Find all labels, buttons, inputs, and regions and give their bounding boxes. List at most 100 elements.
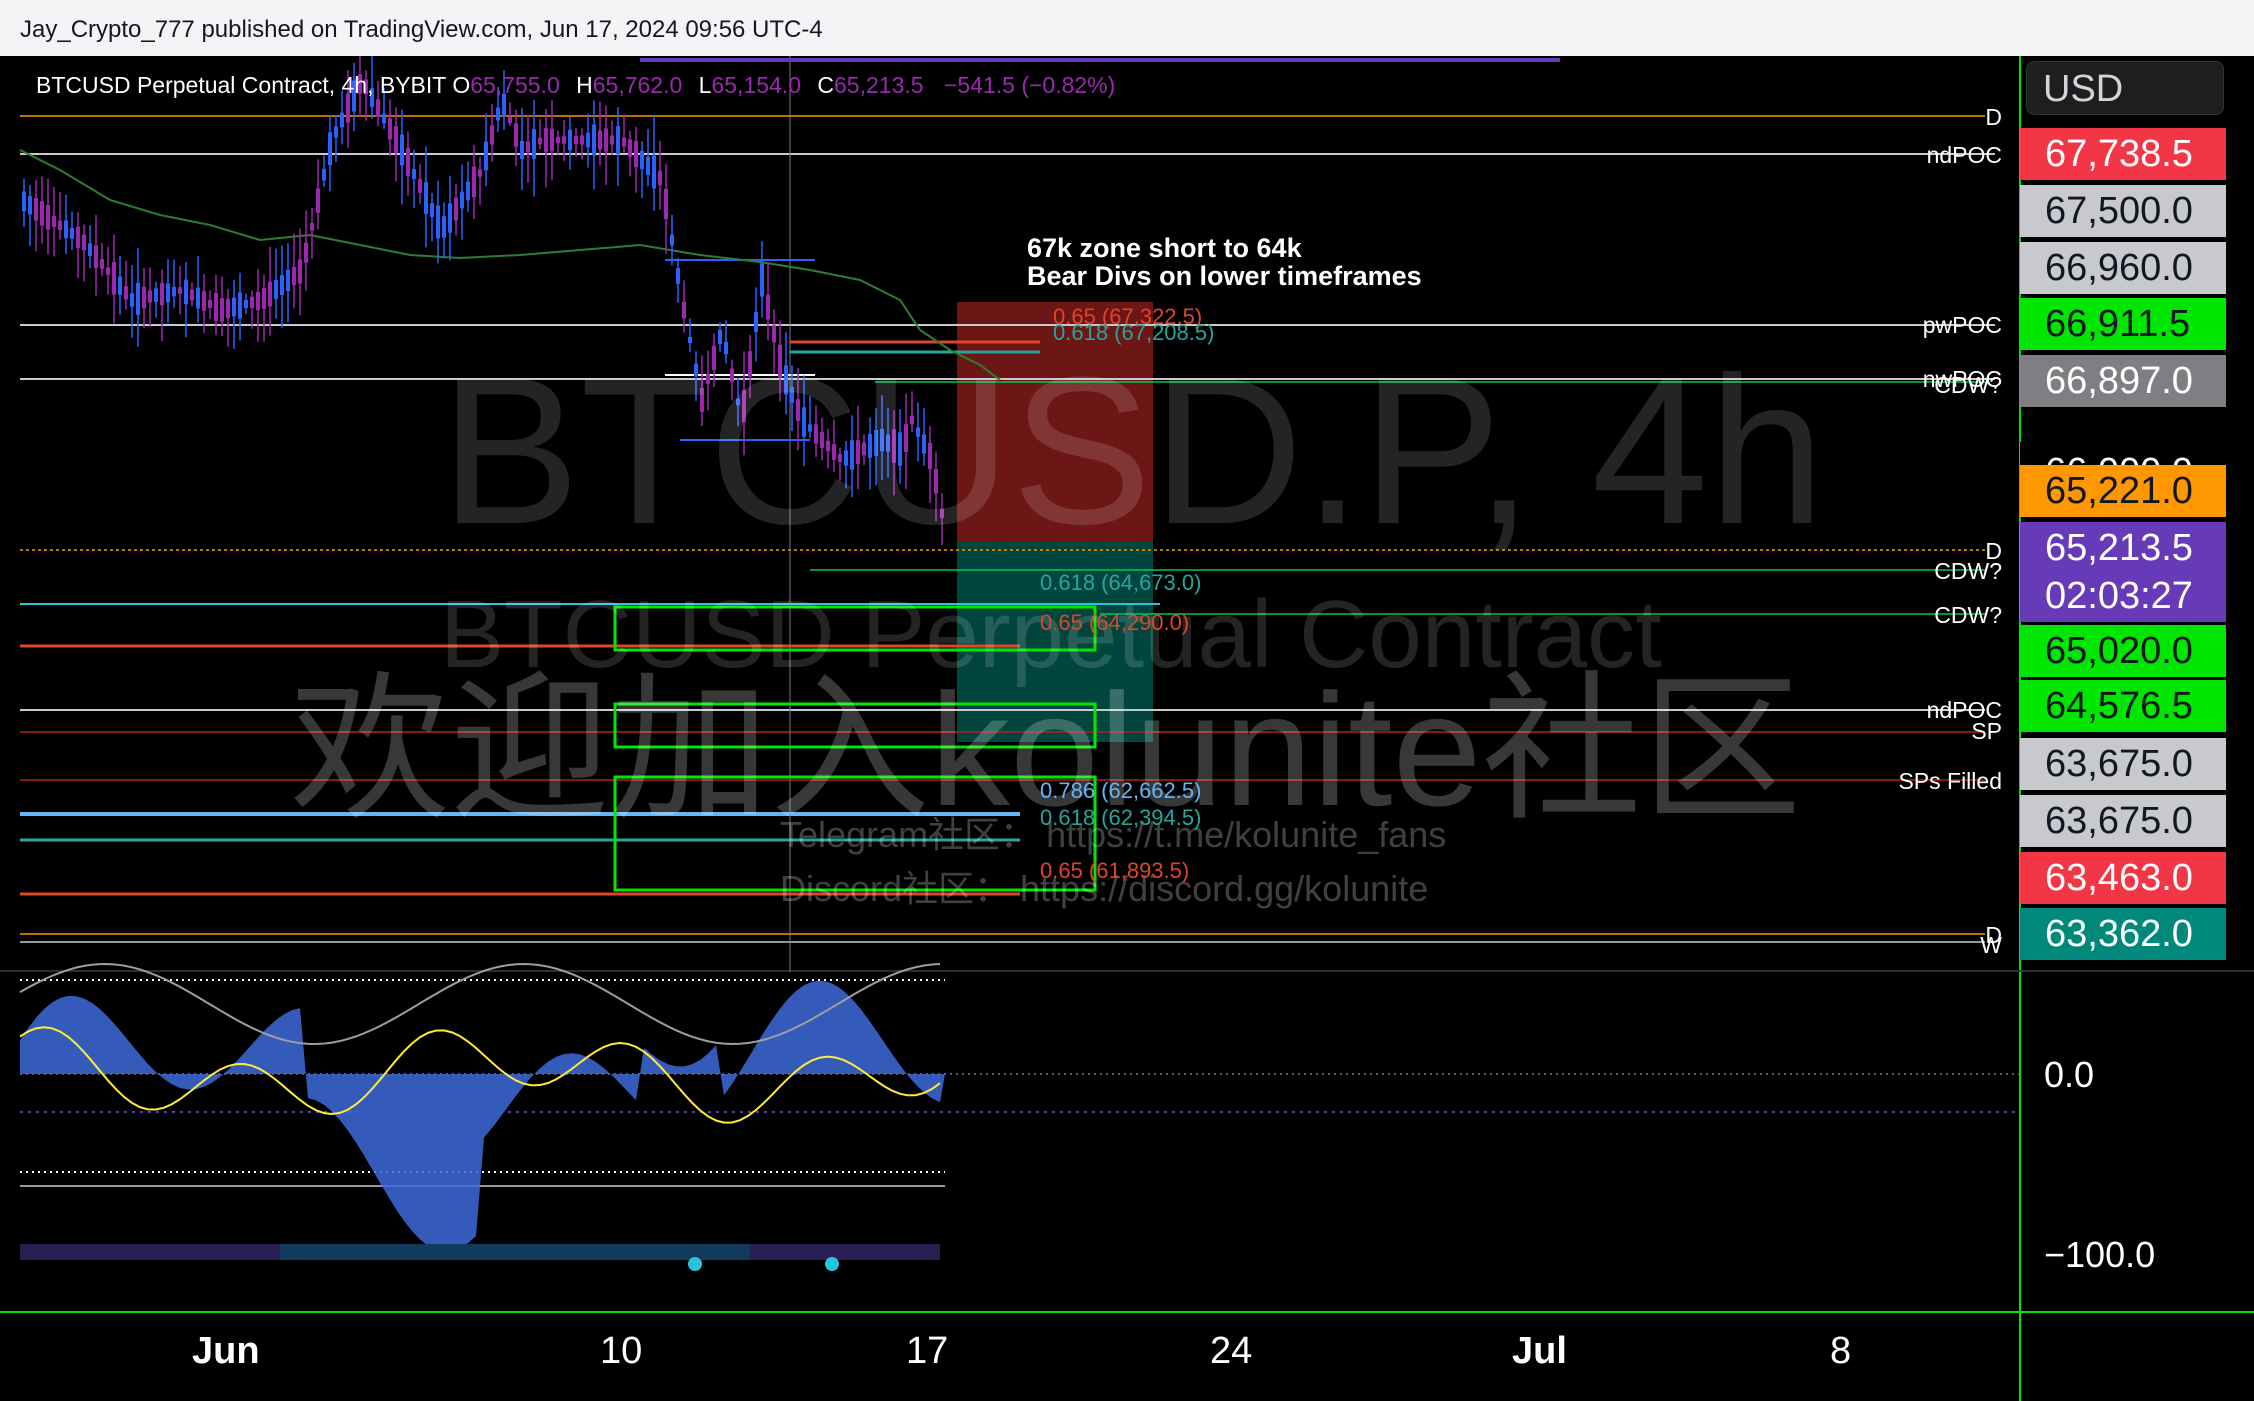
fib-label: 0.618 (62,394.5) — [1040, 805, 1202, 830]
osc-axis-zero: 0.0 — [2044, 1054, 2095, 1095]
candle-body — [436, 205, 440, 239]
low-value: 65,154.0 — [711, 72, 801, 98]
price-axis-label: 65,213.5 — [2020, 522, 2226, 574]
candle-body — [244, 299, 248, 309]
candle-body — [382, 113, 386, 124]
candle-body — [466, 181, 470, 201]
candle-body — [640, 150, 644, 170]
candle-body — [676, 268, 680, 284]
price-axis-label: 67,500.0 — [2020, 185, 2226, 237]
fib-label: 0.65 (64,290.0) — [1040, 610, 1190, 635]
candle-body — [670, 234, 674, 246]
level-label: ndPOC — [1926, 142, 2002, 168]
candle-body — [118, 276, 122, 295]
time-label: 8 — [1830, 1330, 1852, 1372]
candle-body — [250, 296, 254, 309]
price-axis-label: 66,960.0 — [2020, 242, 2226, 294]
candle-body — [232, 297, 236, 317]
candle-body — [448, 203, 452, 233]
candle-body — [202, 291, 206, 311]
candle-body — [586, 132, 590, 148]
candle-body — [568, 129, 572, 151]
candle-body — [760, 263, 764, 297]
time-label: 17 — [906, 1330, 949, 1372]
candle-body — [40, 201, 44, 226]
candle-body — [562, 136, 566, 144]
level-label: SP — [1971, 718, 2002, 744]
candle-body — [520, 140, 524, 160]
level-label: SPs Filled — [1898, 768, 2002, 794]
fib-label: 0.618 (67,208.5) — [1053, 320, 1215, 345]
candle-body — [196, 287, 200, 309]
price-axis-label: 63,675.0 — [2020, 795, 2226, 847]
candle-body — [406, 147, 410, 177]
candle-body — [106, 267, 110, 275]
candle-body — [184, 279, 188, 305]
price-axis-label: 67,738.5 — [2020, 128, 2226, 180]
candle-body — [214, 292, 218, 322]
candle-body — [490, 125, 494, 145]
candle-body — [310, 222, 314, 231]
candle-body — [142, 286, 146, 309]
open-value: 65,755.0 — [470, 72, 560, 98]
candle-body — [28, 196, 32, 215]
candle-body — [424, 182, 428, 214]
candle-body — [472, 166, 476, 198]
candle-body — [574, 135, 578, 145]
candle-body — [766, 294, 770, 320]
candle-body — [616, 126, 620, 154]
osc-axis-min: −100.0 — [2044, 1234, 2156, 1275]
level-label: D — [1985, 104, 2002, 130]
candle-body — [160, 282, 164, 306]
price-axis-label: 02:03:27 — [2020, 570, 2226, 622]
candle-body — [628, 139, 632, 157]
candle-body — [592, 124, 596, 156]
candle-body — [334, 126, 338, 138]
candle-body — [292, 266, 296, 286]
candle-body — [238, 292, 242, 319]
candle-body — [538, 137, 542, 145]
candle-body — [76, 226, 80, 248]
candle-body — [604, 128, 608, 152]
level-label: CDW? — [1934, 602, 2002, 628]
candle-body — [418, 179, 422, 193]
symbol-legend[interactable]: BTCUSD Perpetual Contract, 4h, BYBIT O65… — [36, 72, 1115, 99]
trade-note[interactable]: 67k zone short to 64k Bear Divs on lower… — [1027, 234, 1422, 290]
candle-body — [664, 188, 668, 220]
time-label: 10 — [600, 1330, 643, 1372]
candle-body — [598, 130, 602, 150]
high-label: H — [576, 72, 593, 98]
low-label: L — [698, 72, 712, 98]
time-label: Jun — [192, 1330, 260, 1372]
candle-body — [94, 245, 98, 269]
publish-bar: Jay_Crypto_777 published on TradingView.… — [0, 0, 2254, 56]
candle-body — [64, 220, 68, 239]
candle-body — [208, 300, 212, 308]
candle-body — [262, 288, 266, 309]
open-label: O — [452, 72, 471, 98]
candle-body — [130, 293, 134, 307]
oscillator-pane — [19, 963, 2020, 1271]
level-label: pwPOC — [1922, 312, 2002, 338]
price-axis-label: 63,463.0 — [2020, 852, 2226, 904]
symbol-name: BTCUSD Perpetual Contract, 4h, BYBIT — [36, 72, 446, 98]
close-value: 65,213.5 — [834, 72, 924, 98]
symbol-watermark: BTCUSD.P, 4h — [440, 333, 1825, 568]
candle-body — [658, 170, 662, 186]
candle-body — [328, 132, 332, 166]
candle-body — [622, 137, 626, 147]
candle-body — [226, 298, 230, 319]
candle-body — [274, 280, 278, 299]
candle-body — [172, 286, 176, 297]
candle-body — [46, 204, 50, 230]
candle-body — [550, 128, 554, 152]
candle-body — [286, 269, 290, 292]
candle-body — [610, 135, 614, 145]
candle-body — [256, 291, 260, 311]
candle-body — [544, 128, 548, 152]
fib-label: 0.65 (61,893.5) — [1040, 858, 1190, 883]
level-label: CDW? — [1934, 558, 2002, 584]
currency-selector[interactable]: USD — [2026, 61, 2224, 115]
candle-body — [304, 242, 308, 263]
level-label: W — [1980, 932, 2002, 958]
